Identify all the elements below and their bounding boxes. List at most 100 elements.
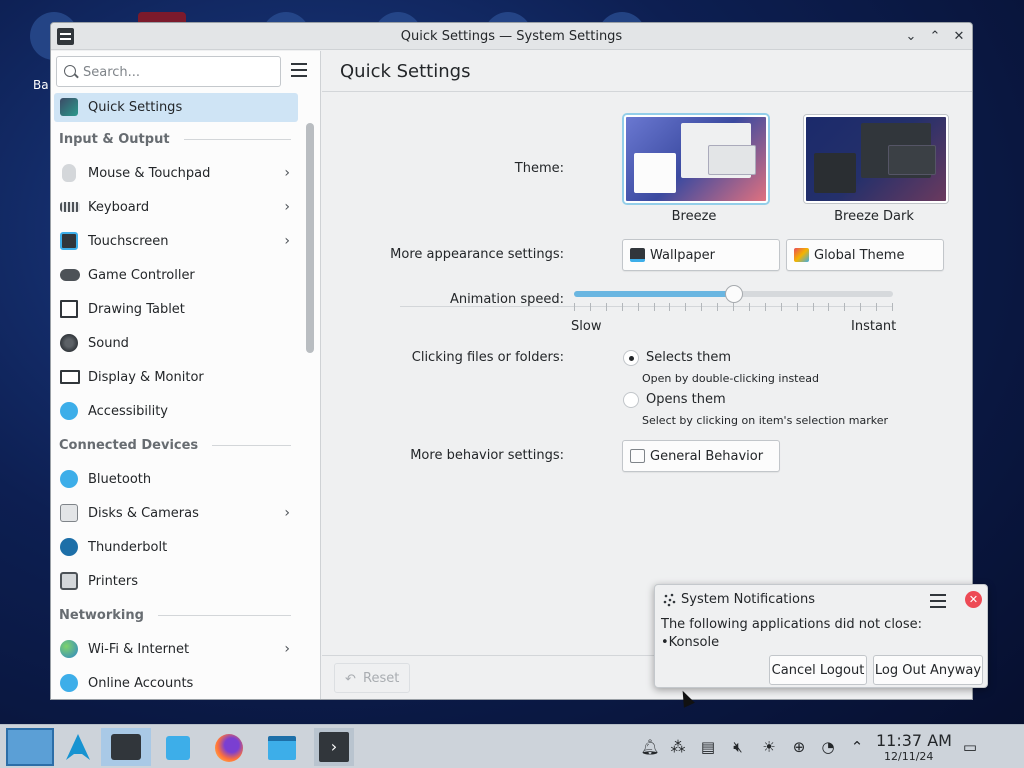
sidebar-section-header: Connected Devices: [51, 428, 301, 462]
network-icon[interactable]: ⊕: [789, 737, 809, 757]
taskbar-system-settings[interactable]: [101, 728, 151, 766]
more-appearance-label: More appearance settings:: [390, 247, 564, 262]
theme-thumbnail-breeze[interactable]: [624, 115, 768, 203]
sidebar-item-label: Printers: [88, 573, 139, 589]
more-behavior-label: More behavior settings:: [410, 448, 564, 463]
radio-hint: Open by double-clicking instead: [642, 372, 819, 385]
radio-label[interactable]: Opens them: [646, 392, 726, 407]
quick-settings-icon: [60, 98, 78, 116]
tablet-icon: [60, 300, 78, 318]
cancel-logout-button[interactable]: Cancel Logout: [769, 655, 867, 685]
sidebar-item-disks-cameras[interactable]: Disks & Cameras ›: [51, 496, 301, 530]
settings-app-icon[interactable]: [57, 28, 74, 45]
minimize-button[interactable]: ⌄: [901, 27, 921, 47]
slider-handle[interactable]: [724, 285, 743, 303]
hamburger-menu-icon[interactable]: [291, 63, 307, 77]
slider-tick: [605, 303, 607, 311]
printer-icon: [60, 572, 78, 590]
search-input[interactable]: [83, 63, 273, 81]
chevron-right-icon: ›: [284, 641, 290, 657]
slider-tick: [828, 303, 830, 311]
wallpaper-button[interactable]: Wallpaper: [622, 239, 780, 271]
sidebar-item-touchscreen[interactable]: Touchscreen ›: [51, 224, 301, 258]
log-out-anyway-button[interactable]: Log Out Anyway: [873, 655, 983, 685]
application-launcher-icon[interactable]: [60, 728, 96, 766]
search-icon: [64, 65, 76, 77]
sidebar-item-wifi-internet[interactable]: Wi-Fi & Internet ›: [51, 632, 301, 666]
global-theme-button[interactable]: Global Theme: [786, 239, 944, 271]
window-titlebar[interactable]: Quick Settings — System Settings ⌄ ⌃ ✕: [51, 23, 972, 50]
sidebar-item-keyboard[interactable]: Keyboard ›: [51, 190, 301, 224]
notification-configure-icon[interactable]: [930, 591, 946, 609]
radio-opens-them[interactable]: [623, 392, 639, 408]
sidebar-item-thunderbolt[interactable]: Thunderbolt: [51, 530, 301, 564]
clock-date[interactable]: 12/11/24: [884, 750, 933, 763]
peek-desktop-icon[interactable]: ▭: [960, 737, 980, 757]
gamepad-icon: [60, 269, 80, 281]
sidebar-item-label: Thunderbolt: [88, 539, 168, 555]
animation-speed-slider[interactable]: [574, 285, 893, 303]
close-button[interactable]: ✕: [949, 27, 969, 47]
file-manager-icon[interactable]: [264, 728, 300, 766]
globe-icon: [60, 640, 78, 658]
radio-selects-them[interactable]: [623, 350, 639, 366]
sidebar-item-quick-settings[interactable]: Quick Settings: [54, 93, 298, 122]
chevron-up-icon[interactable]: ⌃: [847, 737, 867, 757]
radio-label[interactable]: Selects them: [646, 350, 731, 365]
sidebar-scrollbar[interactable]: [306, 123, 314, 353]
clock-time[interactable]: 11:37 AM: [876, 731, 952, 750]
brightness-icon[interactable]: ☀: [759, 737, 779, 757]
thunderbolt-icon: [60, 538, 78, 556]
sidebar-item-mouse-touchpad[interactable]: Mouse & Touchpad ›: [51, 156, 301, 190]
slider-tick: [844, 303, 846, 311]
volume-muted-icon[interactable]: 🔇︎: [728, 737, 748, 757]
theme-thumbnail-breeze-dark[interactable]: [804, 115, 948, 203]
mouse-icon: [62, 164, 76, 182]
general-behavior-button[interactable]: General Behavior: [622, 440, 780, 472]
slider-min-label: Slow: [571, 319, 602, 334]
notification-close-button[interactable]: ✕: [965, 591, 982, 608]
sidebar-item-online-accounts[interactable]: Online Accounts: [51, 666, 301, 699]
slider-fill: [574, 291, 734, 297]
sidebar-item-label: Sound: [88, 335, 129, 351]
undo-icon: ↶: [345, 672, 356, 687]
wallpaper-icon: [630, 248, 645, 262]
bell-icon[interactable]: 🔔︎: [640, 737, 660, 757]
firefox-icon[interactable]: [210, 728, 250, 766]
button-label: General Behavior: [650, 448, 764, 464]
konsole-icon[interactable]: ›: [314, 728, 354, 766]
sidebar-item-drawing-tablet[interactable]: Drawing Tablet: [51, 292, 301, 326]
button-label: Wallpaper: [650, 247, 716, 263]
sidebar-item-label: Disks & Cameras: [88, 505, 199, 521]
reset-button[interactable]: ↶ Reset: [334, 663, 410, 693]
slider-tick: [653, 303, 655, 311]
search-field[interactable]: [56, 56, 281, 87]
slider-tick: [764, 303, 766, 311]
slider-max-label: Instant: [851, 319, 897, 334]
notification-title: System Notifications: [681, 592, 815, 607]
speaker-icon: [60, 334, 78, 352]
sidebar-item-label: Quick Settings: [88, 100, 183, 115]
window-title: Quick Settings — System Settings: [400, 28, 623, 44]
slider-tick: [685, 303, 687, 311]
slider-tick: [701, 303, 703, 311]
sidebar-item-printers[interactable]: Printers: [51, 564, 301, 598]
show-desktop-button[interactable]: [6, 728, 54, 766]
sidebar-item-game-controller[interactable]: Game Controller: [51, 258, 301, 292]
sidebar-item-sound[interactable]: Sound: [51, 326, 301, 360]
clipboard-icon[interactable]: ▤: [698, 737, 718, 757]
sidebar-item-accessibility[interactable]: Accessibility: [51, 394, 301, 428]
slider-tick: [574, 303, 575, 311]
taskbar: › 🔔︎ ⁂ ▤ 🔇︎ ☀ ⊕ ◔ ⌃ 11:37 AM 12/11/24 ▭: [0, 724, 1024, 768]
sidebar-item-display-monitor[interactable]: Display & Monitor: [51, 360, 301, 394]
update-icon[interactable]: ◔: [818, 737, 838, 757]
slider-tick: [733, 303, 734, 311]
sidebar-item-label: Touchscreen: [88, 233, 169, 249]
maximize-button[interactable]: ⌃: [925, 27, 945, 47]
discover-store-icon[interactable]: [160, 728, 196, 766]
button-label: Global Theme: [814, 247, 905, 263]
section-title: Networking: [59, 607, 144, 623]
share-icon[interactable]: ⁂: [668, 737, 688, 757]
sidebar-item-bluetooth[interactable]: Bluetooth: [51, 462, 301, 496]
sidebar-item-label: Online Accounts: [88, 675, 194, 691]
